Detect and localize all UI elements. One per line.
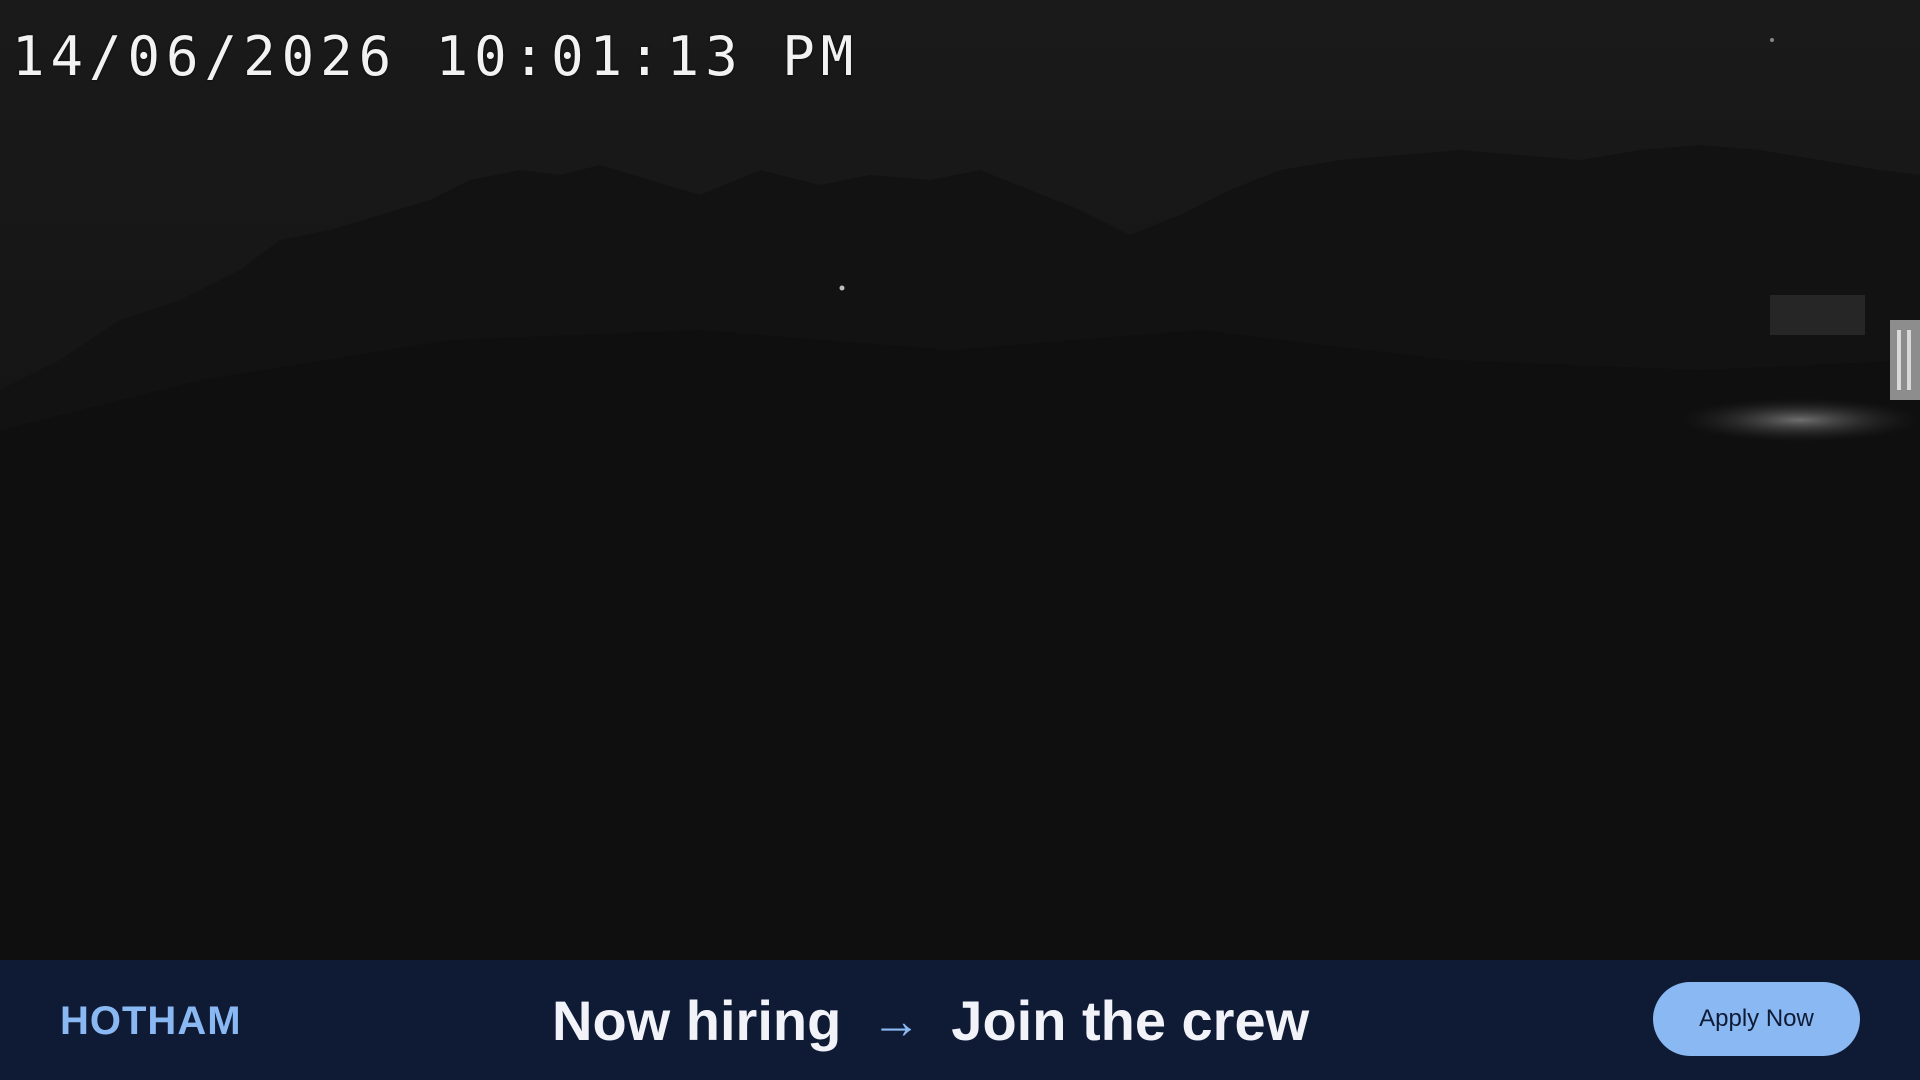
- night-scene-image: [0, 0, 1920, 960]
- webcam-feed: 14/06/2026 10:01:13 PM: [0, 0, 1920, 960]
- headline-left: Now hiring: [552, 989, 842, 1052]
- headline-right: Join the crew: [951, 989, 1310, 1052]
- arrow-right-icon: →: [871, 993, 922, 1049]
- camera-timestamp: 14/06/2026 10:01:13 PM: [12, 25, 860, 88]
- apply-now-button[interactable]: Apply Now: [1653, 982, 1860, 1056]
- banner-headline: Now hiring → Join the crew: [552, 988, 1309, 1054]
- ad-banner[interactable]: HOTHAM Now hiring → Join the crew Apply …: [0, 960, 1920, 1080]
- brand-logo: HOTHAM: [60, 999, 242, 1043]
